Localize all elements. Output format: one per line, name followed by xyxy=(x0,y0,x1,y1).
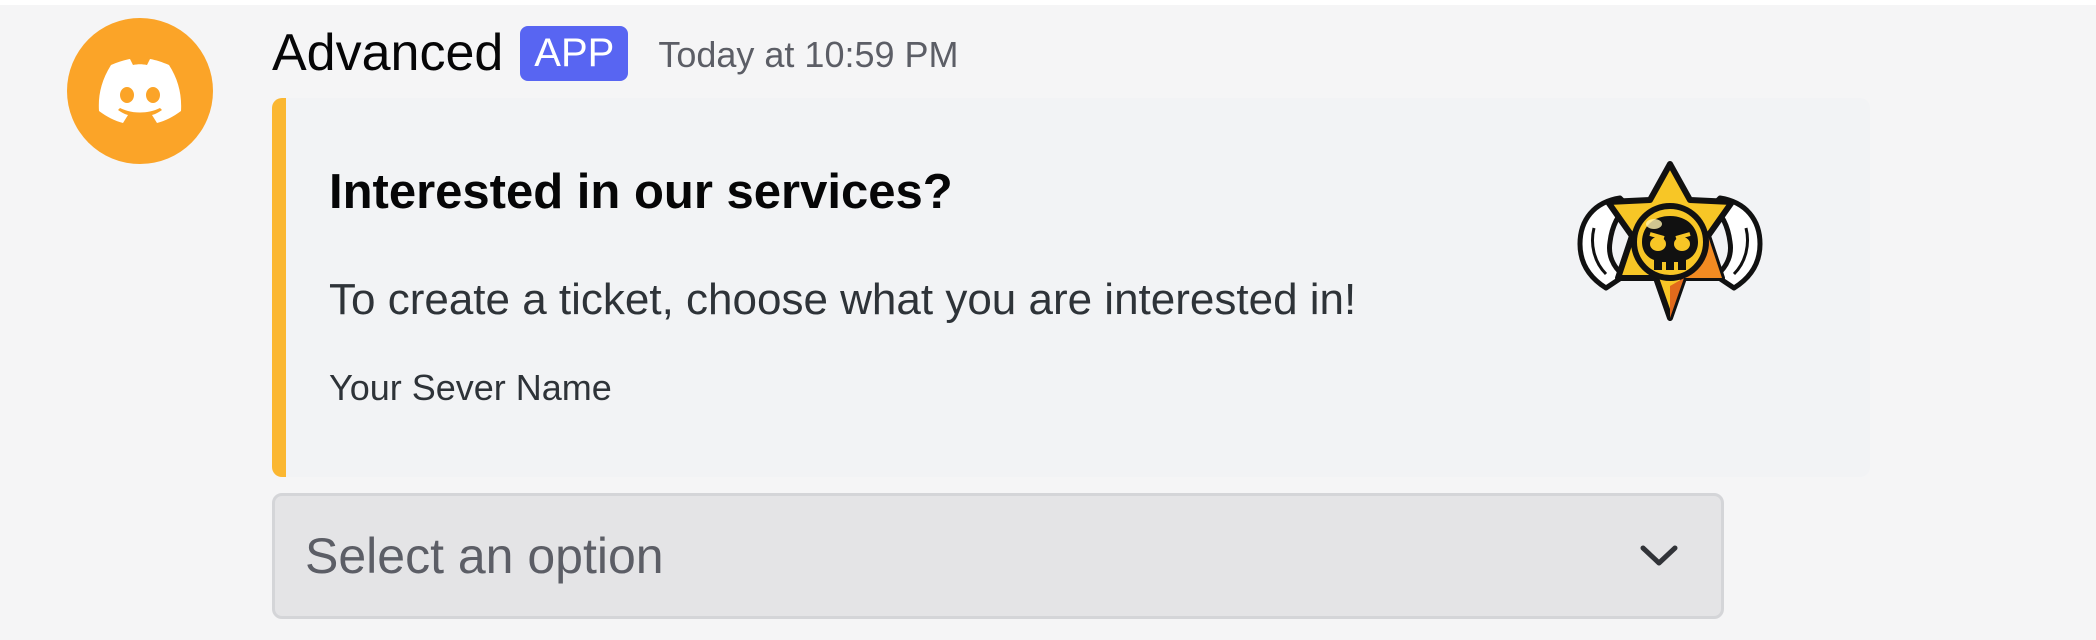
author-name[interactable]: Advanced xyxy=(272,27,503,79)
chevron-down-icon[interactable] xyxy=(1635,532,1683,580)
message-header: Advanced APP Today at 10:59 PM xyxy=(272,18,959,88)
star-skull-badge-icon[interactable] xyxy=(1572,158,1768,328)
top-divider xyxy=(0,0,2096,5)
avatar[interactable] xyxy=(67,18,213,164)
select-menu[interactable]: Select an option xyxy=(272,493,1724,619)
app-badge: APP xyxy=(520,25,629,81)
select-placeholder: Select an option xyxy=(305,528,664,584)
message-embed: Interested in our services? To create a … xyxy=(272,98,1870,477)
embed-description: To create a ticket, choose what you are … xyxy=(329,275,1357,324)
embed-title: Interested in our services? xyxy=(329,165,953,219)
message-timestamp: Today at 10:59 PM xyxy=(658,34,959,75)
embed-footer: Your Sever Name xyxy=(329,367,612,408)
discord-logo-icon xyxy=(98,59,182,123)
embed-accent-bar xyxy=(272,98,286,477)
